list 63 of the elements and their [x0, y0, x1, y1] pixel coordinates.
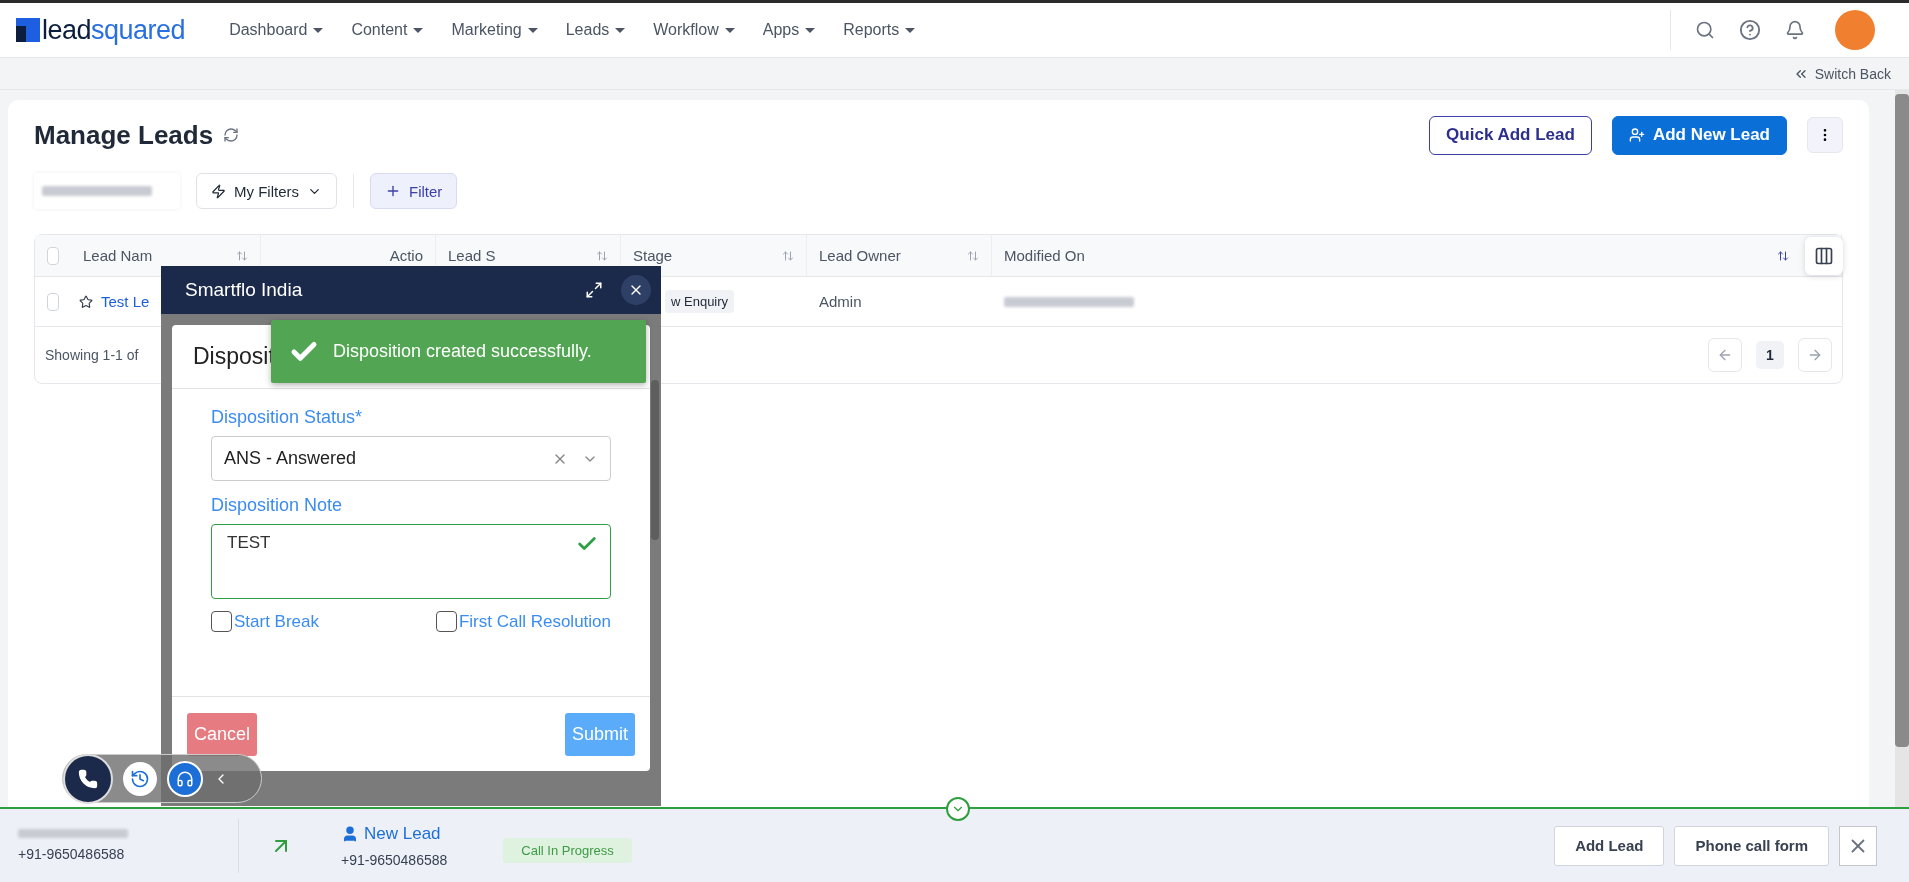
quick-add-button[interactable]: Quick Add Lead — [1429, 115, 1592, 155]
nav-menu-item[interactable]: Dashboard — [215, 21, 338, 39]
column-header: Lead Owner — [819, 247, 901, 264]
history-icon — [130, 768, 150, 789]
columns-icon[interactable] — [1805, 237, 1843, 275]
phone-call-form-button[interactable]: Phone call form — [1674, 825, 1829, 866]
help-icon[interactable] — [1739, 19, 1761, 41]
call-status-badge: Call In Progress — [503, 838, 632, 863]
nav-menu-item[interactable]: Marketing — [437, 21, 552, 39]
expand-icon[interactable] — [585, 281, 603, 299]
note-field[interactable]: TEST — [211, 524, 611, 599]
person-icon — [341, 824, 359, 843]
column-header: Stage — [633, 247, 673, 264]
collapse-toggle-button[interactable] — [946, 797, 970, 821]
nav-menu-item[interactable]: Leads — [551, 21, 640, 39]
user-avatar[interactable] — [1835, 10, 1875, 50]
plus-icon — [385, 183, 401, 199]
lightning-icon — [211, 183, 226, 199]
search-icon[interactable] — [1695, 20, 1715, 40]
caller-number: +91-9650486588 — [18, 846, 126, 862]
filter-button[interactable]: Filter — [370, 173, 458, 209]
arrow-left-icon — [1717, 347, 1733, 363]
lead-name-link[interactable]: Test Le — [101, 293, 150, 310]
headset-button[interactable] — [167, 760, 203, 797]
stage-tag: w Enquiry — [665, 290, 735, 313]
column-header: Lead S — [448, 247, 496, 264]
page-number[interactable]: 1 — [1756, 341, 1784, 369]
close-button[interactable] — [621, 275, 651, 305]
table-cell: Admin — [819, 293, 862, 310]
column-header: Actio — [389, 247, 423, 264]
sort-icon[interactable] — [1777, 249, 1789, 262]
arrow-right-icon — [1807, 347, 1823, 363]
column-header: Modified On — [1004, 247, 1085, 264]
add-lead-button[interactable]: Add Lead — [1554, 825, 1665, 866]
toast-message: Disposition created successfully. — [333, 341, 592, 362]
my-filters-button[interactable]: My Filters — [196, 173, 337, 209]
star-icon[interactable] — [79, 294, 93, 309]
checkbox[interactable] — [47, 246, 59, 265]
bell-icon[interactable] — [1785, 20, 1805, 40]
add-lead-button[interactable]: Add New Lead — [1611, 115, 1787, 155]
page-title: Manage Leads — [34, 119, 214, 151]
column-header: Lead Nam — [83, 247, 153, 264]
nav-menu-item[interactable]: Reports — [829, 21, 930, 39]
checkbox[interactable] — [47, 292, 59, 311]
field-label: Disposition Status* — [211, 407, 364, 428]
headset-icon — [176, 769, 194, 788]
phone-icon — [78, 768, 98, 789]
nav-menu-item[interactable]: Content — [337, 21, 438, 39]
nav-menu-item[interactable]: Apps — [748, 21, 830, 39]
modal-title: Smartflo India — [185, 279, 304, 301]
refresh-icon[interactable] — [223, 127, 240, 143]
lead-number: +91-9650486588 — [341, 851, 448, 868]
switch-back-link[interactable]: Switch Back — [1792, 65, 1891, 82]
close-button[interactable] — [1839, 825, 1877, 866]
nav-menu-item[interactable]: Workflow — [639, 21, 749, 39]
logo-icon — [16, 18, 40, 42]
field-label: Disposition Note — [211, 495, 344, 516]
history-button[interactable] — [123, 761, 157, 796]
showing-count: Showing 1-1 of — [45, 347, 139, 363]
logo-text: leadsquared — [42, 14, 186, 46]
lead-link[interactable]: New Lead — [341, 823, 448, 844]
user-plus-icon — [1628, 127, 1645, 143]
status-select[interactable]: ANS - Answered — [211, 436, 611, 481]
